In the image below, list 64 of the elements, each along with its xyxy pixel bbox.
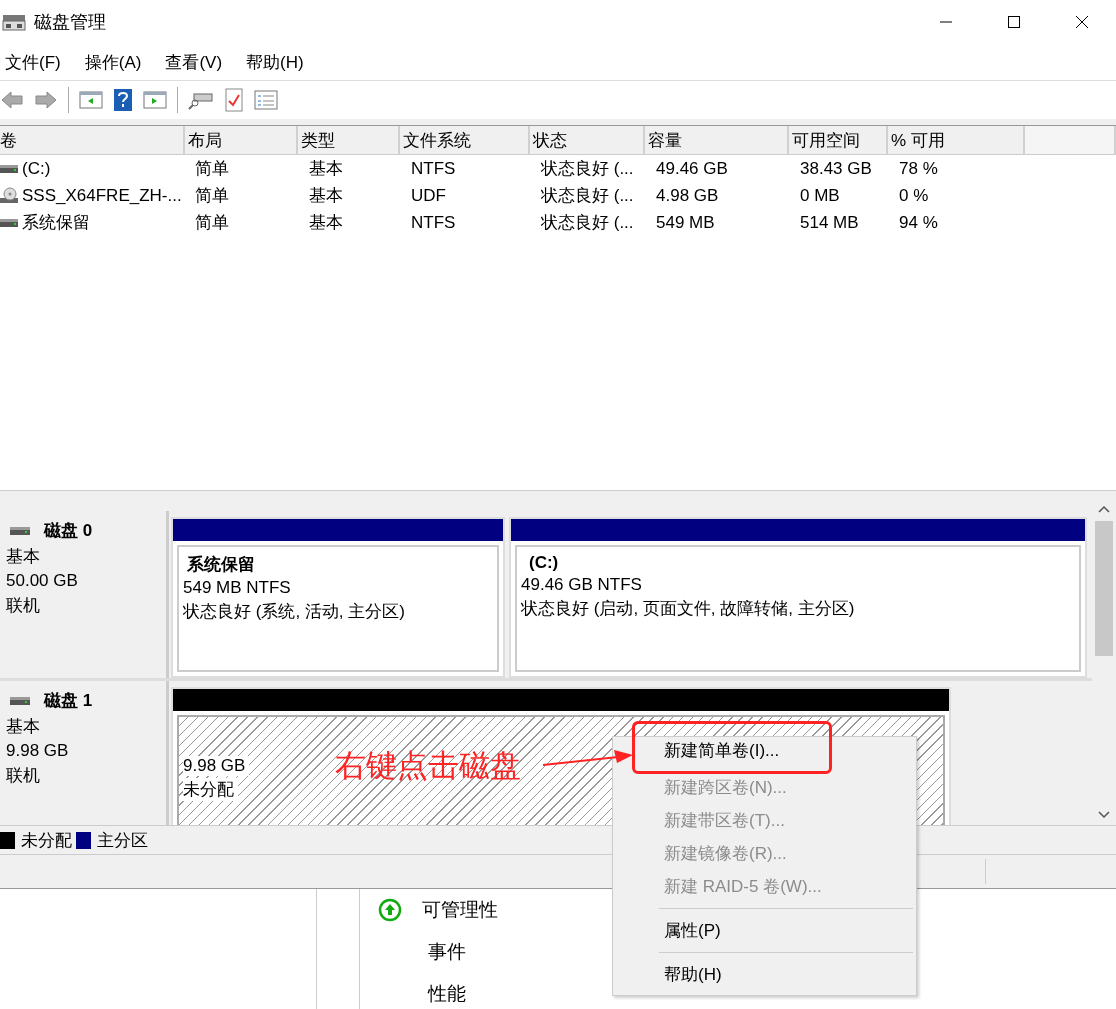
window-title: 磁盘管理	[34, 11, 106, 34]
panel-link[interactable]: 性能	[428, 981, 466, 1007]
table-cell-text: 简单	[194, 185, 230, 207]
column-header[interactable]: 状态	[530, 126, 645, 155]
table-cell-text: 0 %	[898, 185, 930, 206]
table-cell-text: NTFS	[410, 158, 457, 179]
table-cell-text: NTFS	[410, 212, 457, 233]
partition-name: (C:)	[529, 553, 560, 573]
table-cell-text: 49.46 GB	[655, 158, 729, 179]
section-heading: 可管理性	[422, 898, 498, 922]
column-header[interactable]: 容量	[645, 126, 789, 155]
table-cell: SSS_X64FRE_ZH-...	[22, 185, 182, 206]
disk-type: 基本	[6, 546, 41, 568]
table-cell-text: 94 %	[898, 212, 939, 233]
menu-item[interactable]: 操作(A)	[84, 50, 142, 74]
panel-link[interactable]: 事件	[428, 939, 466, 965]
table-cell-text: 38.43 GB	[799, 158, 873, 179]
column-header[interactable]: 可用空间	[789, 126, 888, 155]
column-header[interactable]: 文件系统	[400, 126, 530, 155]
table-cell-text: 状态良好 (...	[540, 158, 635, 180]
table-cell-text: 基本	[308, 212, 344, 234]
table-cell-text: 简单	[194, 158, 230, 180]
partition-status: 未分配	[183, 778, 238, 801]
column-header[interactable]: 类型	[298, 126, 400, 155]
disk-type: 基本	[6, 716, 41, 738]
table-cell-text: 0 MB	[799, 185, 841, 206]
table-cell-text: 78 %	[898, 158, 939, 179]
partition-size: 49.46 GB NTFS	[521, 575, 643, 595]
menu-item[interactable]: 文件(F)	[5, 50, 61, 74]
disk-status: 联机	[6, 595, 41, 617]
partition-size: 549 MB NTFS	[183, 578, 292, 598]
disk-name: 磁盘 1	[44, 690, 93, 712]
menu-item[interactable]: 属性(P)	[613, 914, 916, 947]
disk-size: 50.00 GB	[6, 571, 79, 591]
partition-name: 系统保留	[187, 554, 256, 576]
disk-size: 9.98 GB	[6, 741, 70, 761]
partition-size: 9.98 GB	[183, 756, 250, 776]
table-cell-text: 状态良好 (...	[540, 185, 635, 207]
table-cell-text: 状态良好 (...	[540, 212, 635, 234]
menu-item[interactable]: 新建简单卷(I)...	[635, 724, 829, 771]
legend-label: 主分区	[97, 829, 148, 852]
table-cell-text: 4.98 GB	[655, 185, 720, 206]
partition-block[interactable]: (C:) 49.46 GB NTFS 状态良好 (启动, 页面文件, 故障转储, 主分区)	[509, 517, 1087, 678]
menu-item[interactable]: 查看(V)	[165, 50, 223, 74]
menu-item[interactable]: 帮助(H)	[246, 50, 304, 74]
table-cell-text: UDF	[410, 185, 447, 206]
table-cell-text: 系统保留	[22, 212, 90, 234]
table-cell: (C:)	[22, 158, 51, 179]
partition-status: 状态良好 (系统, 活动, 主分区)	[183, 601, 406, 623]
column-header[interactable]: 布局	[185, 126, 298, 155]
table-cell-text: 简单	[194, 212, 230, 234]
menu-item[interactable]: 帮助(H)	[613, 958, 916, 991]
column-header[interactable]: % 可用	[888, 126, 1025, 155]
partition-block[interactable]: 系统保留 549 MB NTFS 状态良好 (系统, 活动, 主分区)	[171, 517, 505, 678]
disk-status: 联机	[6, 765, 41, 787]
table-cell-text: 549 MB	[655, 212, 716, 233]
annotation-text: 右键点击磁盘	[335, 747, 521, 785]
column-header[interactable]: 卷	[0, 126, 185, 155]
legend-label: 未分配	[21, 829, 72, 852]
table-cell-text: 基本	[308, 185, 344, 207]
disk-name: 磁盘 0	[44, 520, 93, 542]
table-cell-text: 514 MB	[799, 212, 860, 233]
table-cell-text: 基本	[308, 158, 344, 180]
partition-status: 状态良好 (启动, 页面文件, 故障转储, 主分区)	[521, 598, 856, 620]
